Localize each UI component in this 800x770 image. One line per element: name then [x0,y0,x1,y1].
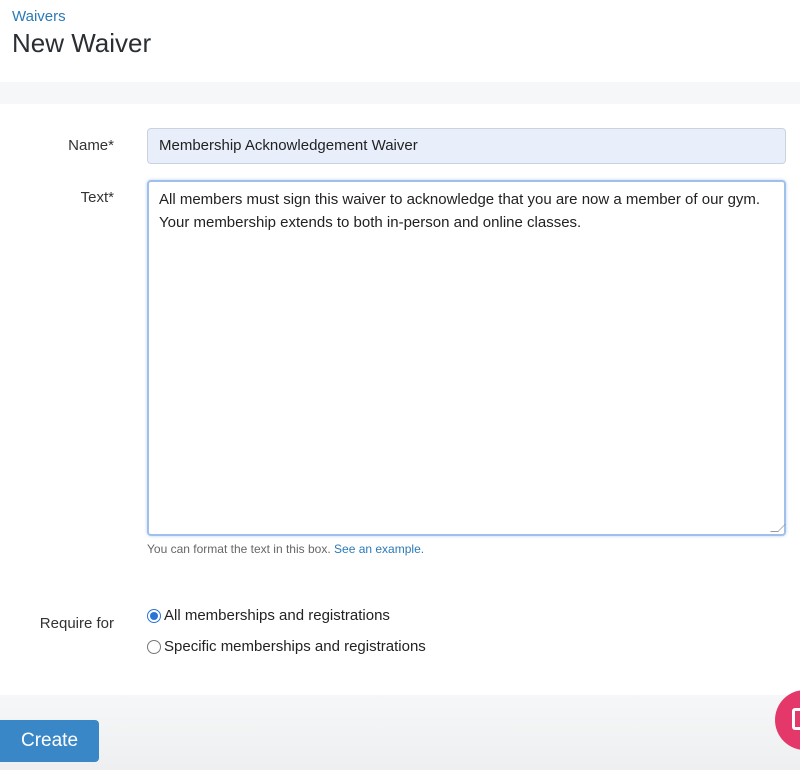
footer-bar [0,695,800,770]
name-label: Name* [68,137,114,154]
text-value: All members must sign this waiver to ack… [159,191,760,231]
radio-label: Specific memberships and registrations [164,638,426,655]
help-text: You can format the text in this box. [147,542,331,556]
see-example-link[interactable]: See an example. [334,542,424,556]
radio-unchecked-icon[interactable] [147,640,161,654]
radio-specific-memberships[interactable]: Specific memberships and registrations [147,638,426,655]
radio-all-memberships[interactable]: All memberships and registrations [147,607,390,624]
page-title: New Waiver [12,28,151,59]
require-for-label: Require for [40,615,114,632]
format-help: You can format the text in this box. See… [147,542,424,556]
radio-label: All memberships and registrations [164,607,390,624]
radio-checked-icon[interactable] [147,609,161,623]
chat-icon [792,708,800,730]
create-button[interactable]: Create [0,720,99,762]
breadcrumb-waivers[interactable]: Waivers [12,8,66,25]
resize-handle-icon[interactable] [770,524,786,532]
text-label: Text* [81,189,114,206]
text-textarea[interactable]: All members must sign this waiver to ack… [147,180,786,536]
name-input[interactable]: Membership Acknowledgement Waiver [147,128,786,164]
divider-band [0,82,800,104]
